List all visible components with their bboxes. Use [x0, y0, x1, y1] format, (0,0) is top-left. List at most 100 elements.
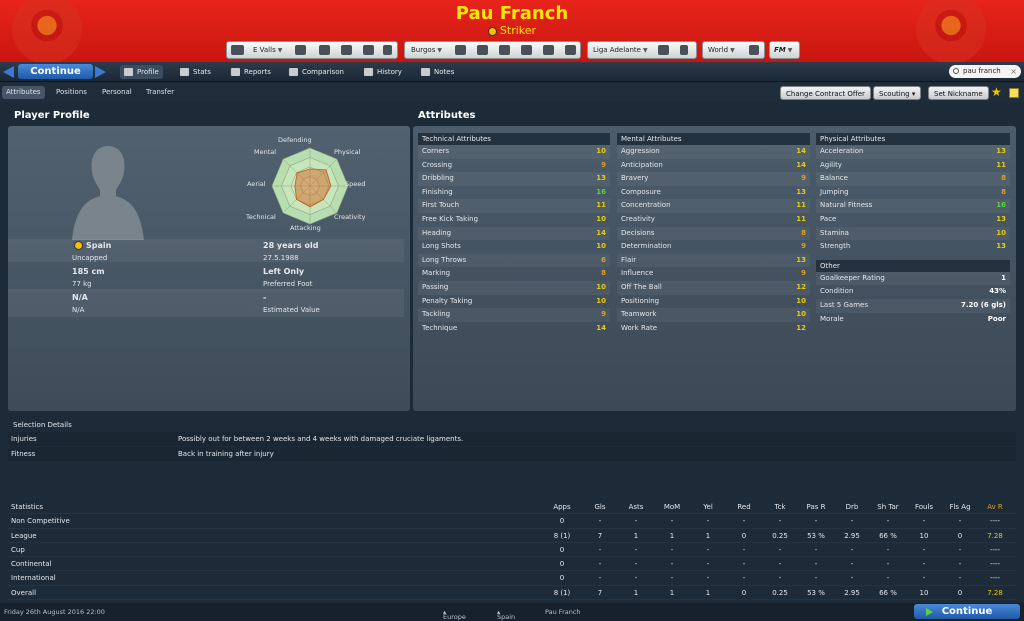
tab-reports[interactable]: Reports [227, 65, 275, 79]
attribute-row[interactable]: Heading 14 [418, 226, 610, 241]
attribute-row[interactable]: Free Kick Taking 10 [418, 213, 610, 227]
attribute-row[interactable]: Stamina 10 [816, 226, 1010, 241]
stat-column-header[interactable]: Drb [834, 500, 870, 514]
clear-icon[interactable]: × [1010, 65, 1017, 78]
attribute-row[interactable]: Determination 9 [617, 240, 810, 254]
continue-button-top[interactable]: Continue [18, 64, 93, 79]
stat-row-label: Overall [11, 588, 37, 597]
attribute-row[interactable]: Acceleration 13 [816, 145, 1010, 159]
stat-column-header[interactable]: Yel [690, 500, 726, 514]
attribute-row[interactable]: Corners 10 [418, 145, 610, 159]
subtab-attributes[interactable]: Attributes [2, 86, 45, 99]
attribute-row[interactable]: Positioning 10 [617, 295, 810, 309]
attribute-row[interactable]: Creativity 11 [617, 213, 810, 227]
attribute-row[interactable]: Condition 43% [816, 285, 1010, 299]
continue-button-bottom[interactable]: Continue [914, 604, 1020, 619]
attribute-row[interactable]: Dribbling 13 [418, 172, 610, 186]
stat-column-header[interactable]: Av R [977, 500, 1013, 514]
attribute-row[interactable]: Finishing 16 [418, 186, 610, 200]
tab-stats[interactable]: Stats [176, 65, 215, 79]
search-input[interactable]: pau franch × [949, 65, 1021, 78]
stat-column-header[interactable]: Tck [762, 500, 798, 514]
binoculars-icon[interactable] [521, 45, 532, 55]
attribute-row[interactable]: First Touch 11 [418, 199, 610, 213]
competition-dropdown[interactable]: Liga Adelante ▼ [593, 46, 648, 54]
tab-profile[interactable]: Profile [120, 65, 163, 79]
attribute-row[interactable]: Passing 10 [418, 280, 610, 295]
stat-column-header[interactable]: Pas R [798, 500, 834, 514]
subtab-positions[interactable]: Positions [52, 86, 91, 99]
attribute-row[interactable]: Strength 13 [816, 240, 1010, 254]
subtab-transfer[interactable]: Transfer [142, 86, 178, 99]
ear-icon[interactable] [680, 45, 688, 55]
notepad-icon[interactable] [1009, 88, 1019, 98]
attribute-row[interactable]: Composure 13 [617, 186, 810, 200]
attribute-row[interactable]: Natural Fitness 16 [816, 199, 1010, 213]
attribute-row[interactable]: Decisions 8 [617, 226, 810, 241]
tab-history[interactable]: History [360, 65, 406, 79]
stat-column-header[interactable]: Fouls [906, 500, 942, 514]
tab-notes[interactable]: Notes [417, 65, 458, 79]
attribute-row[interactable]: Technique 14 [418, 322, 610, 336]
stat-column-header[interactable]: Fls Ag [942, 500, 978, 514]
nationality[interactable]: Spain [74, 241, 111, 250]
attribute-row[interactable]: Off The Ball 12 [617, 280, 810, 295]
finances-icon[interactable] [565, 45, 576, 55]
table-icon[interactable] [658, 45, 669, 55]
attribute-row[interactable]: Work Rate 12 [617, 322, 810, 336]
attribute-row[interactable]: Tackling 9 [418, 308, 610, 322]
staff-icon[interactable] [363, 45, 374, 55]
home-icon[interactable] [231, 45, 244, 55]
attribute-row[interactable]: Influence 9 [617, 267, 810, 281]
attribute-row[interactable]: Balance 8 [816, 172, 1010, 186]
stat-column-header[interactable]: Asts [618, 500, 654, 514]
attribute-row[interactable]: Concentration 11 [617, 199, 810, 213]
fm-menu-button[interactable]: FM ▼ [769, 41, 800, 59]
change-contract-button[interactable]: Change Contract Offer [780, 86, 871, 100]
team-dropdown[interactable]: Burgos ▼ [411, 46, 442, 54]
stat-column-header[interactable]: Sh Tar [870, 500, 906, 514]
training-icon[interactable] [477, 45, 488, 55]
attribute-row[interactable]: Last 5 Games 7.20 (6 gls) [816, 298, 1010, 313]
set-nickname-button[interactable]: Set Nickname [928, 86, 989, 100]
phone-icon[interactable] [383, 45, 392, 55]
club-dropdown[interactable]: E Valls ▼ [253, 46, 282, 54]
attribute-row[interactable]: Long Shots 10 [418, 240, 610, 254]
stat-column-header[interactable]: Apps [544, 500, 580, 514]
tactics-icon[interactable] [319, 45, 330, 55]
stat-column-header[interactable]: Red [726, 500, 762, 514]
attribute-row[interactable]: Morale Poor [816, 313, 1010, 327]
attribute-row[interactable]: Aggression 14 [617, 145, 810, 159]
star-icon[interactable]: ★ [991, 85, 1002, 99]
breadcrumb-europe[interactable]: Europe ▴ [443, 608, 466, 621]
club-toolbar: E Valls ▼ [226, 41, 398, 59]
world-dropdown[interactable]: World ▼ [708, 46, 735, 54]
attribute-row[interactable]: Long Throws 6 [418, 253, 610, 268]
attribute-row[interactable]: Marking 8 [418, 267, 610, 281]
attribute-row[interactable]: Agility 11 [816, 159, 1010, 173]
attribute-row[interactable]: Crossing 9 [418, 159, 610, 173]
attribute-row[interactable]: Teamwork 10 [617, 308, 810, 322]
attribute-row[interactable]: Flair 13 [617, 253, 810, 268]
attribute-row[interactable]: Pace 13 [816, 213, 1010, 227]
briefcase-icon[interactable] [341, 45, 352, 55]
attribute-row[interactable]: Goalkeeper Rating 1 [816, 271, 1010, 286]
attribute-row[interactable]: Jumping 8 [816, 186, 1010, 200]
shield-icon[interactable] [749, 45, 759, 55]
breadcrumb-spain[interactable]: Spain ▴ [497, 608, 515, 621]
squad-icon[interactable] [295, 45, 306, 55]
tab-comparison[interactable]: Comparison [285, 65, 348, 79]
transfers-icon[interactable] [543, 45, 554, 55]
attribute-row[interactable]: Penalty Taking 10 [418, 295, 610, 309]
players-icon[interactable] [455, 45, 466, 55]
forward-arrow-icon[interactable] [95, 66, 106, 78]
scouting-button[interactable]: Scouting ▾ [873, 86, 922, 100]
scout-icon[interactable] [499, 45, 510, 55]
back-arrow-icon[interactable] [3, 66, 14, 78]
attribute-row[interactable]: Bravery 9 [617, 172, 810, 186]
stat-column-header[interactable]: MoM [654, 500, 690, 514]
stat-column-header[interactable]: Gls [582, 500, 618, 514]
breadcrumb-player[interactable]: Pau Franch [545, 608, 581, 616]
subtab-personal[interactable]: Personal [98, 86, 136, 99]
attribute-row[interactable]: Anticipation 14 [617, 159, 810, 173]
